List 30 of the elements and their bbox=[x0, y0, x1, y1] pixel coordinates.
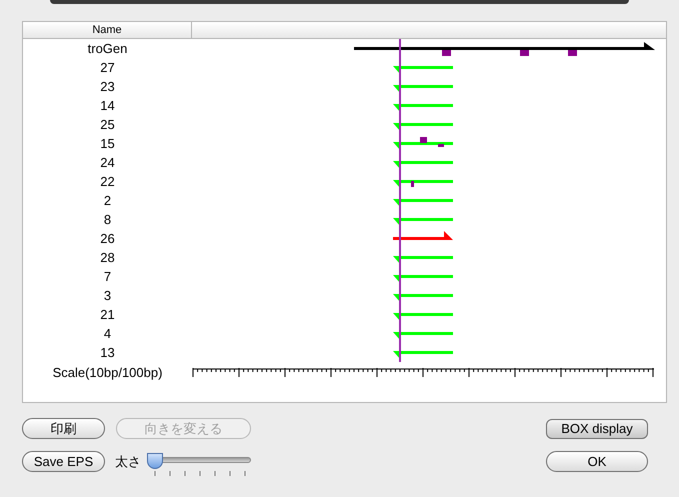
row-name: 8 bbox=[102, 211, 112, 229]
row-name: 26 bbox=[99, 230, 116, 248]
row-name: 15 bbox=[99, 135, 116, 153]
row-name: 4 bbox=[102, 325, 112, 343]
row-name: 7 bbox=[102, 268, 112, 286]
row-name: 27 bbox=[99, 59, 116, 77]
row-name: 24 bbox=[99, 154, 116, 172]
row-name: 2 bbox=[102, 192, 112, 210]
row-name: 3 bbox=[102, 287, 112, 305]
row-name: 28 bbox=[99, 249, 116, 267]
push-button[interactable]: 印刷 bbox=[22, 418, 105, 439]
push-button[interactable]: OK bbox=[546, 451, 648, 472]
row-name: 25 bbox=[99, 116, 116, 134]
push-button[interactable]: BOX display bbox=[546, 418, 648, 438]
row-name: 14 bbox=[99, 97, 116, 115]
thickness-label: 太さ bbox=[115, 453, 141, 471]
feature-mark bbox=[520, 50, 529, 56]
row-name: troGen bbox=[86, 40, 128, 58]
thickness-slider[interactable] bbox=[147, 453, 251, 469]
feature-mark bbox=[420, 137, 427, 143]
feature-mark bbox=[411, 181, 414, 187]
row-name: 22 bbox=[99, 173, 116, 191]
feature-mark bbox=[568, 50, 577, 56]
row-name: 23 bbox=[99, 78, 116, 96]
push-button[interactable]: Save EPS bbox=[22, 451, 105, 472]
feature-mark bbox=[442, 50, 451, 56]
feature-mark bbox=[438, 144, 444, 147]
row-name: 21 bbox=[99, 306, 116, 324]
scale-label: Scale(10bp/100bp) bbox=[52, 364, 164, 382]
row-name: 13 bbox=[99, 344, 116, 362]
